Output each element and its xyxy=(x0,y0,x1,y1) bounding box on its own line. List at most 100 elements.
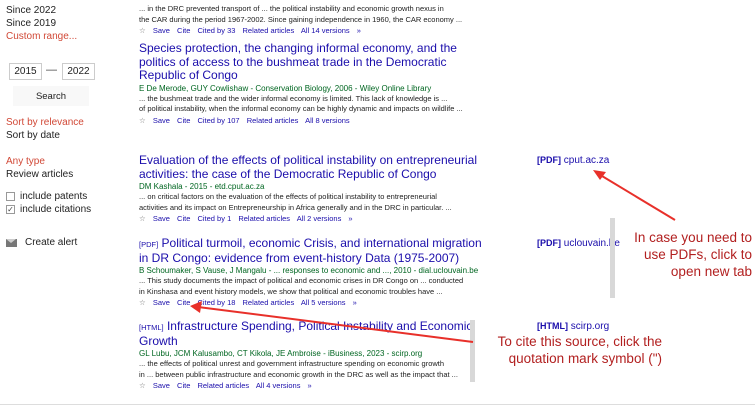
all-versions-link[interactable]: All 8 versions xyxy=(305,116,350,125)
title-text: Political turmoil, economic Crisis, and … xyxy=(139,236,482,265)
result-authors: B Schoumaker, S Vause, J Mangalu - ... r… xyxy=(139,266,479,275)
result-title[interactable]: Evaluation of the effects of political i… xyxy=(139,153,489,181)
result-snippet: ... in the DRC prevented transport of ..… xyxy=(139,4,474,25)
save-link[interactable]: Save xyxy=(153,214,170,223)
patents-checkbox[interactable] xyxy=(6,192,15,201)
related-articles-link[interactable]: Related articles xyxy=(247,116,299,125)
snippet-line: in Kinshasa and event history models, we… xyxy=(139,286,443,296)
sidebar: Since 2022 Since 2019 Custom range... 20… xyxy=(0,0,125,405)
create-alert-link[interactable]: Create alert xyxy=(6,237,77,248)
result-actions: ☆ Save Cite Cited by 33 Related articles… xyxy=(139,26,474,35)
pdf-tag: [PDF] xyxy=(537,155,561,165)
snippet-line: the CAR during the period 1967-2002. Sin… xyxy=(139,14,463,24)
snippet-line: ... on critical factors on the evaluatio… xyxy=(139,192,437,201)
result-title[interactable]: Species protection, the changing informa… xyxy=(139,41,489,83)
save-link[interactable]: Save xyxy=(153,298,170,307)
result-item: [PDF] Political turmoil, economic Crisis… xyxy=(139,236,489,307)
result-snippet: ... the bushmeat trade and the wider inf… xyxy=(139,94,489,115)
callout-line: use PDFs, click to xyxy=(643,247,752,262)
more-icon[interactable]: » xyxy=(357,26,361,35)
related-articles-link[interactable]: Related articles xyxy=(243,298,295,307)
title-text: Infrastructure Spending, Political Insta… xyxy=(139,319,473,348)
pdf-arrow-line xyxy=(596,172,676,221)
result-actions: ☆ Save Cite Cited by 107 Related article… xyxy=(139,116,489,125)
result-title[interactable]: [PDF] Political turmoil, economic Crisis… xyxy=(139,236,489,265)
snippet-line: ... in the DRC prevented transport of ..… xyxy=(139,4,444,13)
all-versions-link[interactable]: All 4 versions xyxy=(256,381,301,390)
pdf-source-link[interactable]: [PDF] cput.ac.za xyxy=(537,155,609,166)
pdf-arrow-head xyxy=(593,170,606,180)
cite-link[interactable]: Cite xyxy=(177,116,190,125)
pdf-callout: In case you need to use PDFs, click to o… xyxy=(612,229,752,280)
html-tag: [HTML] xyxy=(537,321,568,331)
result-actions: ☆ Save Cite Related articles All 4 versi… xyxy=(139,381,489,390)
year-range-dash: — xyxy=(46,64,57,76)
all-versions-link[interactable]: All 2 versions xyxy=(297,214,342,223)
type-review-articles[interactable]: Review articles xyxy=(6,169,73,180)
related-articles-link[interactable]: Related articles xyxy=(243,26,295,35)
cited-by-link[interactable]: Cited by 33 xyxy=(197,26,235,35)
save-link[interactable]: Save xyxy=(153,116,170,125)
filter-since-2019[interactable]: Since 2019 xyxy=(6,18,56,29)
filter-since-2022[interactable]: Since 2022 xyxy=(6,5,56,16)
more-icon[interactable]: » xyxy=(308,381,312,390)
result-item: ... in the DRC prevented transport of ..… xyxy=(139,3,474,35)
sort-by-relevance[interactable]: Sort by relevance xyxy=(6,117,84,128)
snippet-line: ... This study documents the impact of p… xyxy=(139,276,464,285)
include-patents-label: include patents xyxy=(20,191,88,202)
star-icon[interactable]: ☆ xyxy=(139,116,146,125)
result-item: Evaluation of the effects of political i… xyxy=(139,153,489,223)
snippet-line: ... the effects of political unrest and … xyxy=(139,359,445,368)
type-any[interactable]: Any type xyxy=(6,156,45,167)
cited-by-link[interactable]: Cited by 18 xyxy=(197,298,235,307)
star-icon[interactable]: ☆ xyxy=(139,26,146,35)
result-snippet: ... This study documents the impact of p… xyxy=(139,276,489,297)
html-source-domain: scirp.org xyxy=(570,321,610,332)
callout-line: quotation mark symbol (") xyxy=(508,351,662,366)
star-icon[interactable]: ☆ xyxy=(139,214,146,223)
cited-by-link[interactable]: Cited by 107 xyxy=(197,116,239,125)
star-icon[interactable]: ☆ xyxy=(139,381,146,390)
all-versions-link[interactable]: All 14 versions xyxy=(301,26,350,35)
result-actions: ☆ Save Cite Cited by 1 Related articles … xyxy=(139,214,489,223)
result-snippet: ... on critical factors on the evaluatio… xyxy=(139,192,489,213)
cite-link[interactable]: Cite xyxy=(177,381,190,390)
callout-line: To cite this source, click the xyxy=(497,334,662,349)
citations-checkbox[interactable]: ✓ xyxy=(6,205,15,214)
year-to-input[interactable]: 2022 xyxy=(62,63,95,80)
result-actions: ☆ Save Cite Cited by 18 Related articles… xyxy=(139,298,489,307)
create-alert-label: Create alert xyxy=(25,237,78,248)
html-source-link[interactable]: [HTML] scirp.org xyxy=(537,321,609,332)
all-versions-link[interactable]: All 5 versions xyxy=(301,298,346,307)
more-icon[interactable]: » xyxy=(353,298,357,307)
star-icon[interactable]: ☆ xyxy=(139,298,146,307)
result-title[interactable]: [HTML] Infrastructure Spending, Politica… xyxy=(139,319,489,348)
pdf-source-domain: cput.ac.za xyxy=(563,155,610,166)
include-patents-option[interactable]: include patents xyxy=(6,191,87,202)
snippet-line: ... the bushmeat trade and the wider inf… xyxy=(139,93,448,103)
include-citations-label: include citations xyxy=(20,204,92,215)
snippet-line: activities and its impact on Entrepreneu… xyxy=(139,202,452,212)
filter-custom-range[interactable]: Custom range... xyxy=(6,31,77,42)
cite-link[interactable]: Cite xyxy=(177,214,190,223)
pdf-tag: [PDF] xyxy=(537,238,561,248)
save-link[interactable]: Save xyxy=(153,381,170,390)
related-articles-link[interactable]: Related articles xyxy=(238,214,290,223)
callout-line: In case you need to xyxy=(634,230,752,245)
cite-link[interactable]: Cite xyxy=(177,298,190,307)
cite-callout: To cite this source, click the quotation… xyxy=(472,333,662,367)
mail-icon xyxy=(6,238,17,247)
result-authors: E De Merode, GUY Cowlishaw - Conservatio… xyxy=(139,83,432,93)
include-citations-option[interactable]: ✓ include citations xyxy=(6,204,91,215)
cite-link[interactable]: Cite xyxy=(177,26,190,35)
related-articles-link[interactable]: Related articles xyxy=(197,381,249,390)
search-range-button[interactable]: Search xyxy=(13,86,89,106)
result-snippet: ... the effects of political unrest and … xyxy=(139,359,489,380)
more-icon[interactable]: » xyxy=(348,214,352,223)
year-from-input[interactable]: 2015 xyxy=(9,63,42,80)
cited-by-link[interactable]: Cited by 1 xyxy=(197,214,231,223)
save-link[interactable]: Save xyxy=(153,26,170,35)
pdf-source-link[interactable]: [PDF] uclouvain.be xyxy=(537,238,620,249)
sort-by-date[interactable]: Sort by date xyxy=(6,130,60,141)
callout-line: open new tab xyxy=(670,264,752,279)
